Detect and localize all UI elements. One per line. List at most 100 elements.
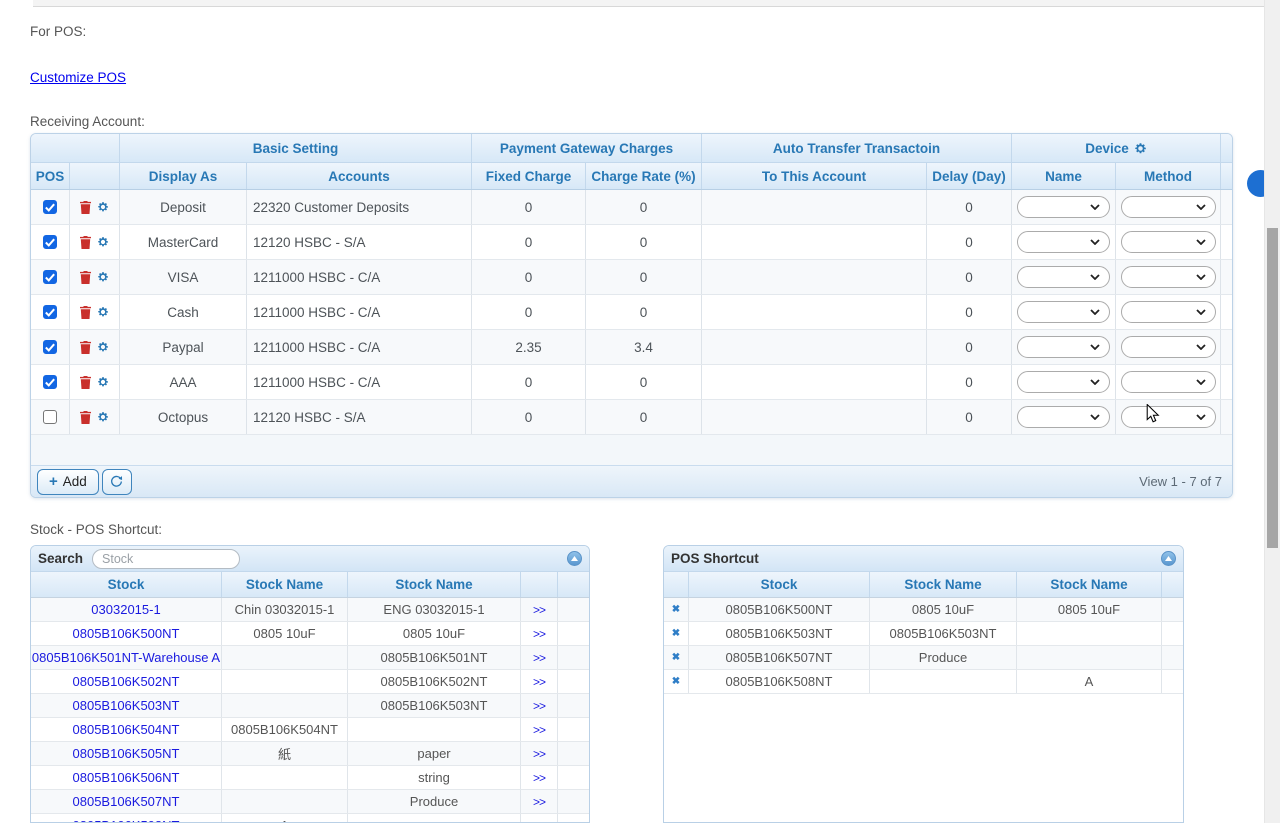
pos-checkbox[interactable] xyxy=(43,200,57,214)
pos-checkbox[interactable] xyxy=(43,305,57,319)
trash-icon[interactable] xyxy=(80,271,91,284)
stock-code-link[interactable]: 0805B106K500NT xyxy=(73,626,180,641)
stock-row: 0805B106K508NT A >> xyxy=(31,814,589,823)
display-as-cell: Deposit xyxy=(119,190,246,224)
col-header-stock-name-1: Stock Name xyxy=(869,572,1016,597)
stock-name-1-cell xyxy=(221,646,347,669)
pos-checkbox[interactable] xyxy=(43,375,57,389)
device-name-select[interactable] xyxy=(1017,196,1110,218)
add-button[interactable]: + Add xyxy=(37,469,99,495)
gear-icon[interactable] xyxy=(97,376,109,388)
device-name-select[interactable] xyxy=(1017,371,1110,393)
gear-icon[interactable] xyxy=(97,236,109,248)
search-label: Search xyxy=(38,551,83,566)
stock-code-link[interactable]: 0805B106K502NT xyxy=(73,674,180,689)
trash-icon[interactable] xyxy=(80,376,91,389)
accounts-cell: 1211000 HSBC - C/A xyxy=(246,365,471,399)
gear-icon[interactable] xyxy=(97,411,109,423)
move-to-shortcut-link[interactable]: >> xyxy=(533,771,545,785)
device-name-select[interactable] xyxy=(1017,406,1110,428)
pos-checkbox[interactable] xyxy=(43,410,57,424)
chevron-down-icon xyxy=(1090,344,1100,350)
pos-checkbox[interactable] xyxy=(43,340,57,354)
stock-search-input[interactable] xyxy=(92,549,240,569)
stock-code-link[interactable]: 0805B106K506NT xyxy=(73,770,180,785)
x-icon[interactable]: ✖ xyxy=(672,652,680,663)
move-to-shortcut-link[interactable]: >> xyxy=(533,723,545,737)
device-method-select[interactable] xyxy=(1121,196,1216,218)
scrollbar-track[interactable] xyxy=(1264,0,1280,823)
trash-icon[interactable] xyxy=(80,341,91,354)
device-name-select[interactable] xyxy=(1017,231,1110,253)
move-to-shortcut-link[interactable]: >> xyxy=(533,699,545,713)
gear-icon[interactable] xyxy=(97,201,109,213)
col-header-display-as: Display As xyxy=(119,163,246,189)
pos-checkbox[interactable] xyxy=(43,270,57,284)
x-icon[interactable]: ✖ xyxy=(672,628,680,639)
trash-icon[interactable] xyxy=(80,201,91,214)
stock-code-link[interactable]: 0805B106K503NT xyxy=(73,698,180,713)
accounts-cell: 1211000 HSBC - C/A xyxy=(246,295,471,329)
pager-view-info: View 1 - 7 of 7 xyxy=(1139,474,1226,489)
charge-rate-cell: 0 xyxy=(585,400,701,434)
stock-name-2-cell: A xyxy=(1016,670,1161,693)
display-as-cell: Paypal xyxy=(119,330,246,364)
stock-code-link[interactable]: 0805B106K508NT xyxy=(73,818,180,823)
device-method-select[interactable] xyxy=(1121,406,1216,428)
trash-icon[interactable] xyxy=(80,306,91,319)
stock-search-panel: Search Stock Stock Name Stock Name 03032… xyxy=(30,545,590,823)
trash-icon[interactable] xyxy=(80,411,91,424)
chevron-down-icon xyxy=(1090,239,1100,245)
stock-name-1-cell xyxy=(869,670,1016,693)
collapse-up-icon[interactable] xyxy=(1161,551,1176,566)
device-method-select[interactable] xyxy=(1121,231,1216,253)
col-header-filler xyxy=(557,572,589,597)
trash-icon[interactable] xyxy=(80,236,91,249)
device-name-select[interactable] xyxy=(1017,336,1110,358)
device-method-select[interactable] xyxy=(1121,301,1216,323)
stock-row: 0805B106K501NT-Warehouse A 0805B106K501N… xyxy=(31,646,589,670)
chevron-down-icon xyxy=(1090,204,1100,210)
stock-name-2-cell: string xyxy=(347,766,520,789)
stock-code-link[interactable]: 0805B106K501NT-Warehouse A xyxy=(32,650,220,665)
x-icon[interactable]: ✖ xyxy=(672,604,680,615)
fixed-charge-cell: 0 xyxy=(471,400,585,434)
move-to-shortcut-link[interactable]: >> xyxy=(533,819,545,823)
scrollbar-thumb[interactable] xyxy=(1267,228,1278,548)
stock-name-1-cell xyxy=(221,694,347,717)
shortcut-row: ✖ 0805B106K503NT 0805B106K503NT xyxy=(664,622,1183,646)
stock-name-1-cell: Chin 03032015-1 xyxy=(221,598,347,621)
move-to-shortcut-link[interactable]: >> xyxy=(533,675,545,689)
group-header-basic-setting: Basic Setting xyxy=(119,134,471,162)
fixed-charge-cell: 2.35 xyxy=(471,330,585,364)
gear-icon[interactable] xyxy=(97,306,109,318)
device-name-select[interactable] xyxy=(1017,301,1110,323)
move-to-shortcut-link[interactable]: >> xyxy=(533,747,545,761)
move-to-shortcut-link[interactable]: >> xyxy=(533,795,545,809)
chevron-down-icon xyxy=(1090,274,1100,280)
device-name-select[interactable] xyxy=(1017,266,1110,288)
move-to-shortcut-link[interactable]: >> xyxy=(533,627,545,641)
stock-code-link[interactable]: 0805B106K504NT xyxy=(73,722,180,737)
x-icon[interactable]: ✖ xyxy=(672,676,680,687)
stock-code-link[interactable]: 0805B106K505NT xyxy=(73,746,180,761)
move-to-shortcut-link[interactable]: >> xyxy=(533,603,545,617)
grid-pager: + Add View 1 - 7 of 7 xyxy=(31,465,1232,497)
stock-name-2-cell: 0805 10uF xyxy=(347,622,520,645)
device-method-select[interactable] xyxy=(1121,336,1216,358)
pos-checkbox[interactable] xyxy=(43,235,57,249)
gear-icon[interactable] xyxy=(97,271,109,283)
device-method-select[interactable] xyxy=(1121,266,1216,288)
device-method-select[interactable] xyxy=(1121,371,1216,393)
collapse-up-icon[interactable] xyxy=(567,551,582,566)
customize-pos-link[interactable]: Customize POS xyxy=(30,70,126,85)
move-to-shortcut-link[interactable]: >> xyxy=(533,651,545,665)
gear-icon[interactable] xyxy=(97,341,109,353)
stock-code-link[interactable]: 03032015-1 xyxy=(91,602,160,617)
receiving-account-label: Receiving Account: xyxy=(30,114,145,129)
gear-icon[interactable] xyxy=(1134,142,1147,155)
stock-code-link[interactable]: 0805B106K507NT xyxy=(73,794,180,809)
chevron-down-icon xyxy=(1090,379,1100,385)
refresh-button[interactable] xyxy=(102,469,132,495)
accounts-cell: 22320 Customer Deposits xyxy=(246,190,471,224)
